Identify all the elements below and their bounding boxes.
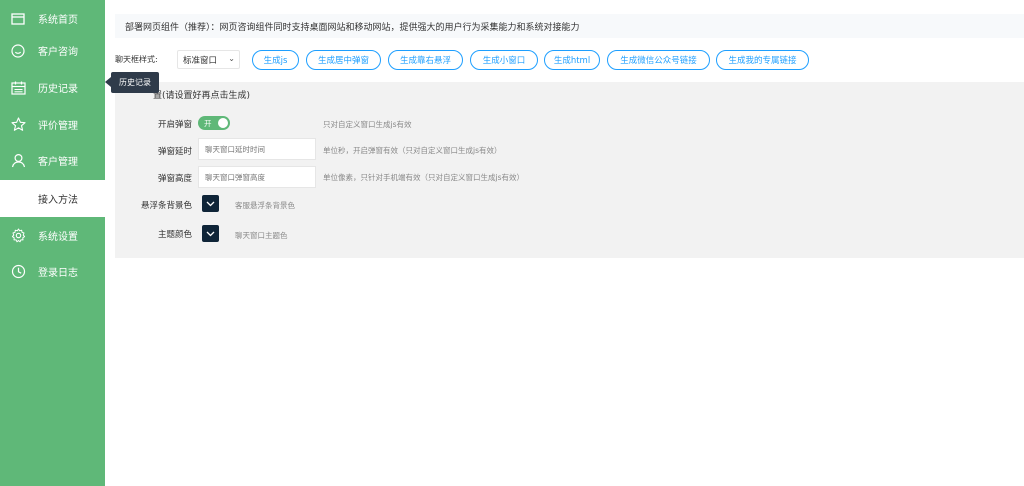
settings-panel: 置(请设置好再点击生成) 开启弹窗 开 只对自定义窗口生成js有效 弹窗延时 单… [115,82,1024,258]
sidebar-item-rating[interactable]: 评价管理 [0,106,105,143]
generate-right-float-button[interactable]: 生成靠右悬浮 [388,50,463,70]
sidebar-item-label: 接入方法 [38,195,78,206]
sidebar-item-access-method[interactable]: 接入方法 [0,180,105,217]
sidebar-item-login-log[interactable]: 登录日志 [0,253,105,290]
float-bg-hint: 客服悬浮条背景色 [235,201,295,210]
generate-small-window-button[interactable]: 生成小窗口 [470,50,538,70]
popup-height-hint: 单位像素，只针对手机端有效（只对自定义窗口生成js有效） [323,173,524,182]
sidebar-item-label: 系统设置 [38,232,78,243]
star-icon [10,117,26,133]
deploy-notice: 部署网页组件（推荐）：网页咨询组件同时支持桌面网站和移动网站，提供强大的用户行为… [115,14,1024,38]
gear-icon [10,228,26,244]
generate-center-popup-button[interactable]: 生成居中弹窗 [306,50,381,70]
sidebar-item-customers[interactable]: 客户管理 [0,142,105,179]
chat-style-selected: 标准窗口 [183,55,218,66]
sidebar: 系统首页 客户咨询 历史记录 评价管理 客户管理 接入方法 系统设置 登录日志 [0,0,105,486]
toggle-state-text: 开 [204,119,212,128]
generate-js-button[interactable]: 生成js [252,50,299,70]
popup-delay-label: 弹窗延时 [157,147,192,157]
window-icon [10,11,26,27]
theme-color-hint: 聊天窗口主题色 [235,231,288,240]
popup-toggle-label: 开启弹窗 [157,120,192,130]
smile-icon [10,43,26,59]
popup-toggle-switch[interactable]: 开 [198,116,230,130]
sidebar-item-consult[interactable]: 客户咨询 [0,32,105,69]
chat-style-select[interactable]: 标准窗口 ⌄ [177,50,240,69]
sidebar-item-label: 历史记录 [38,84,78,95]
calendar-icon [10,80,26,96]
sidebar-item-settings[interactable]: 系统设置 [0,217,105,254]
theme-color-picker[interactable] [202,225,219,242]
chat-style-label: 聊天框样式: [115,55,158,64]
chevron-down-icon [206,231,215,236]
sidebar-item-label: 评价管理 [38,121,78,132]
popup-height-input[interactable] [198,166,316,188]
generate-my-link-button[interactable]: 生成我的专属链接 [716,50,809,70]
user-icon [10,153,26,169]
clock-icon [10,264,26,280]
chevron-down-icon [206,201,215,206]
chevron-down-icon: ⌄ [228,54,235,63]
sidebar-item-label: 登录日志 [38,268,78,279]
sidebar-item-history[interactable]: 历史记录 [0,69,105,106]
float-bg-color-picker[interactable] [202,195,219,212]
sidebar-item-label: 客户管理 [38,157,78,168]
tooltip: 历史记录 [105,72,159,93]
sidebar-item-label: 系统首页 [38,15,78,26]
app-root: 系统首页 客户咨询 历史记录 评价管理 客户管理 接入方法 系统设置 登录日志 … [0,0,1024,486]
toggle-knob [218,118,228,128]
popup-toggle-hint: 只对自定义窗口生成js有效 [323,120,412,129]
popup-height-label: 弹窗高度 [157,174,192,184]
popup-delay-input[interactable] [198,138,316,160]
generate-html-button[interactable]: 生成html [544,50,600,70]
float-bg-label: 悬浮条背景色 [140,201,192,211]
theme-color-label: 主题颜色 [157,230,192,240]
panel-title: 置(请设置好再点击生成) [153,91,251,101]
sidebar-item-label: 客户咨询 [38,47,78,58]
generate-wechat-link-button[interactable]: 生成微信公众号链接 [607,50,710,70]
popup-delay-hint: 单位秒，开启弹窗有效（只对自定义窗口生成js有效） [323,146,502,155]
